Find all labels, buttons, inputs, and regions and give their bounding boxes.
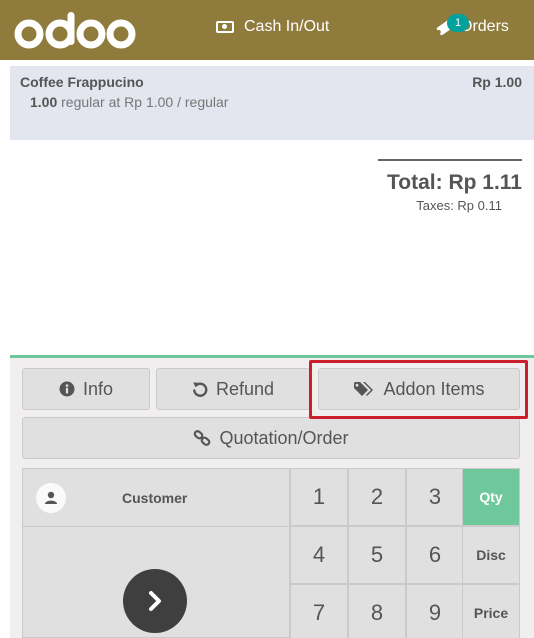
summary-divider [378, 159, 522, 161]
numpad-key-6[interactable]: 6 [406, 526, 464, 584]
refund-button[interactable]: Refund [156, 368, 310, 410]
payment-button[interactable] [123, 569, 187, 633]
info-button[interactable]: Info [22, 368, 150, 410]
orderline-unit-detail: regular at Rp 1.00 / regular [61, 94, 229, 110]
addon-items-button[interactable]: Addon Items [318, 368, 520, 410]
order-total: Total: Rp 1.11 [387, 171, 522, 194]
numpad-key-7[interactable]: 7 [290, 584, 348, 638]
orderline-product-name: Coffee Frappucino [20, 74, 144, 90]
odoo-logo [12, 8, 136, 57]
numpad-key-8[interactable]: 8 [348, 584, 406, 638]
info-circle-icon [59, 381, 75, 397]
customer-button[interactable]: Customer [23, 469, 289, 527]
quotation-order-label: Quotation/Order [219, 427, 349, 448]
quotation-order-button[interactable]: Quotation/Order [22, 417, 520, 459]
numpad-key-9[interactable]: 9 [406, 584, 464, 638]
mode-price-button[interactable]: Price [462, 584, 520, 638]
link-icon [194, 430, 211, 446]
user-icon [36, 482, 66, 513]
customer-label: Customer [122, 489, 188, 506]
chevron-right-icon [149, 591, 161, 611]
mode-disc-button[interactable]: Disc [462, 526, 520, 584]
orderline-info: 1.00 regular at Rp 1.00 / regular [30, 94, 228, 110]
orderline-price: Rp 1.00 [472, 74, 522, 90]
numpad-key-4[interactable]: 4 [290, 526, 348, 584]
orderline[interactable]: Coffee Frappucino Rp 1.00 1.00 regular a… [10, 66, 534, 140]
info-label: Info [82, 378, 114, 399]
cash-in-out-label: Cash In/Out [244, 18, 330, 35]
numpad-key-5[interactable]: 5 [348, 526, 406, 584]
actionpad: Customer [22, 468, 290, 638]
numpad: 1 2 3 Qty 4 5 6 Disc 7 8 9 Price [290, 468, 520, 638]
addon-items-label: Addon Items [383, 378, 485, 399]
top-navbar: Cash In/Out Orders 1 [0, 0, 534, 60]
numpad-key-2[interactable]: 2 [348, 468, 406, 526]
order-taxes: Taxes: Rp 0.11 [416, 198, 502, 213]
refund-label: Refund [215, 378, 275, 399]
undo-icon [193, 382, 208, 397]
orders-count-badge: 1 [447, 14, 469, 32]
cash-in-out-button[interactable]: Cash In/Out [216, 18, 329, 36]
mode-qty-button[interactable]: Qty [462, 468, 520, 526]
orderline-qty: 1.00 [30, 94, 58, 110]
numpad-key-1[interactable]: 1 [290, 468, 348, 526]
tags-icon [354, 382, 374, 396]
orders-button[interactable]: Orders [434, 16, 509, 38]
money-icon [216, 21, 234, 33]
numpad-key-3[interactable]: 3 [406, 468, 464, 526]
